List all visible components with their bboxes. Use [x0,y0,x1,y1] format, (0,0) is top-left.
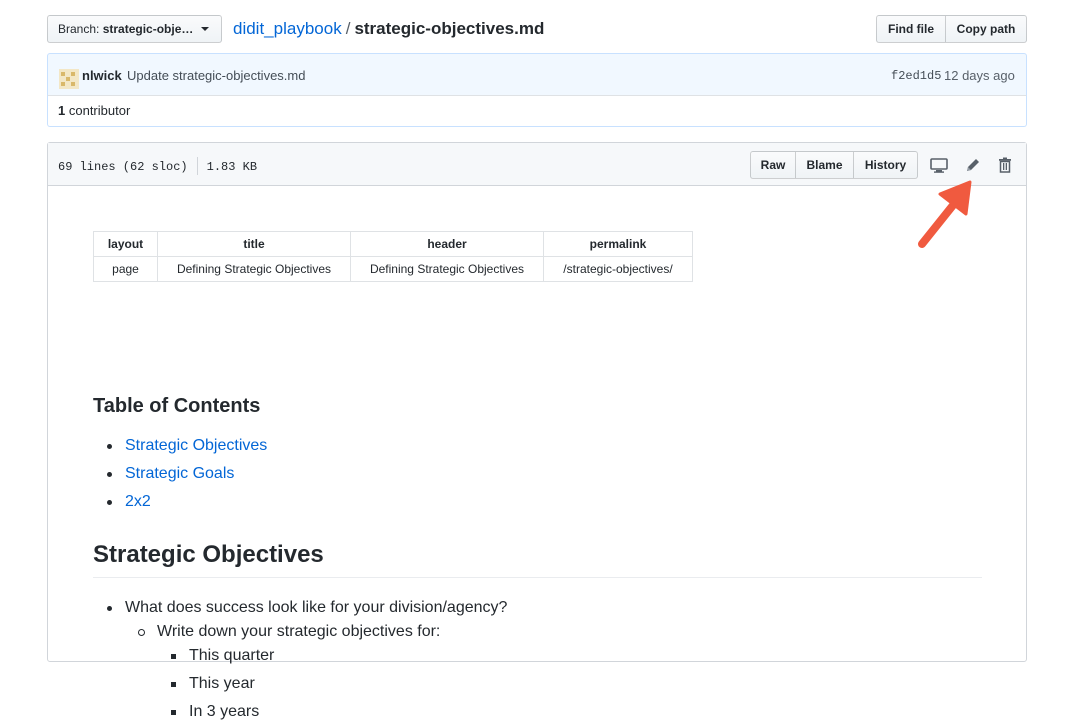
list-item: Strategic Goals [93,463,267,491]
table-cell: page [93,256,158,282]
commit-author[interactable]: nlwick [82,68,122,83]
contributor-count: 1 [58,103,66,118]
frontmatter-table: layout title header permalink page Defin… [93,231,693,282]
list-item-timeframe: This quarter [157,645,274,667]
list-item: Strategic Objectives [93,435,267,463]
breadcrumb: didit_playbook / strategic-objectives.md [233,18,544,40]
toc-link-2x2[interactable]: 2x2 [125,493,151,510]
table-header: title [157,231,351,257]
breadcrumb-separator: / [345,19,351,38]
branch-selector-button[interactable]: Branch: strategic-obje… [47,15,222,43]
toc-link-strategic-objectives[interactable]: Strategic Objectives [125,437,267,454]
commit-time: 12 days ago [944,68,1015,83]
section-heading: Strategic Objectives [93,541,982,578]
table-header: header [350,231,544,257]
list-item-timeframe: This year [157,673,255,695]
branch-name: strategic-obje… [102,22,194,36]
list-item-question: What does success look like for your div… [93,597,507,619]
table-header: permalink [543,231,693,257]
file-lines: 69 lines (62 sloc) [58,160,188,174]
commit-message[interactable]: Update strategic-objectives.md [127,68,305,83]
file-info-divider [196,157,198,175]
blame-button[interactable]: Blame [795,151,854,179]
table-header-row: layout title header permalink [93,231,693,257]
table-row: page Defining Strategic Objectives Defin… [93,256,693,282]
table-cell: Defining Strategic Objectives [157,256,351,282]
file-size: 1.83 KB [206,160,258,174]
raw-button[interactable]: Raw [750,151,796,179]
desktop-icon[interactable] [929,155,949,175]
caret-down-icon [201,27,209,31]
pencil-icon[interactable] [963,155,983,175]
list-item-instruction: Write down your strategic objectives for… [125,621,440,643]
commit-tease: nlwick Update strategic-objectives.md f2… [47,53,1027,96]
table-cell: Defining Strategic Objectives [350,256,544,282]
annotation-arrow-icon [918,180,972,248]
trash-icon[interactable] [995,155,1015,175]
copy-path-button[interactable]: Copy path [945,15,1027,43]
contributors-bar[interactable]: 1 contributor [47,95,1027,127]
table-header: layout [93,231,158,257]
history-button[interactable]: History [853,151,918,179]
file-header: 69 lines (62 sloc) 1.83 KB Raw Blame Hist… [48,143,1026,186]
list-item-timeframe: In 3 years [157,701,259,723]
page-top [0,0,1068,6]
toc-link-strategic-goals[interactable]: Strategic Goals [125,465,234,482]
find-file-button[interactable]: Find file [876,15,946,43]
file-name: strategic-objectives.md [354,19,545,38]
toc-heading: Table of Contents [93,395,261,417]
table-cell: /strategic-objectives/ [543,256,693,282]
list-item: 2x2 [93,491,267,519]
branch-prefix: Branch: [58,22,100,36]
contributor-label: contributor [68,103,131,118]
toc-list: Strategic Objectives Strategic Goals 2x2 [93,435,267,519]
avatar[interactable] [59,69,79,89]
commit-sha[interactable]: f2ed1d5 [891,69,941,83]
repo-link[interactable]: didit_playbook [233,19,342,38]
file-info: 69 lines (62 sloc) 1.83 KB [58,157,257,175]
file-container: 69 lines (62 sloc) 1.83 KB Raw Blame Hist… [47,142,1027,720]
